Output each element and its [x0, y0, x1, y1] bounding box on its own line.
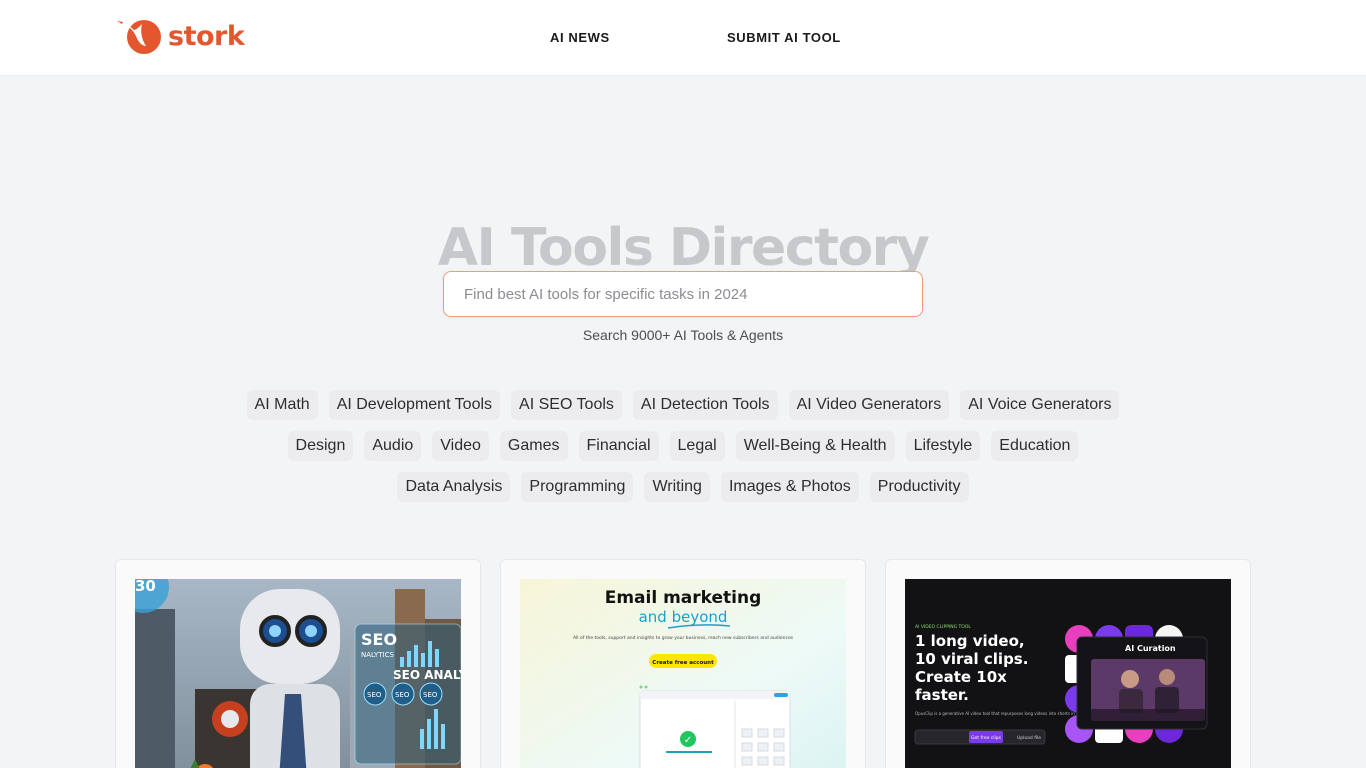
email-marketing-illustration: Email marketing and beyond All of the to… [520, 579, 846, 768]
category-row-3: Data Analysis Programming Writing Images… [0, 472, 1366, 502]
site-header: stork AI NEWS SUBMIT AI TOOL [0, 0, 1366, 76]
search-box [443, 271, 923, 317]
category-chip-writing[interactable]: Writing [644, 472, 710, 502]
category-chip-education[interactable]: Education [991, 431, 1079, 461]
brand-logo[interactable]: stork [116, 16, 245, 56]
category-chip-audio[interactable]: Audio [364, 431, 422, 461]
svg-text:SEO: SEO [367, 691, 382, 699]
category-chip-images-photos[interactable]: Images & Photos [720, 472, 859, 502]
seo-robot-illustration: 30 SEO NALYTICS SEO ANALYTIC [135, 579, 461, 768]
category-chip-financial[interactable]: Financial [578, 431, 659, 461]
category-chip-programming[interactable]: Programming [521, 472, 634, 502]
svg-text:✓: ✓ [684, 735, 692, 746]
svg-text:SEO: SEO [361, 630, 397, 649]
svg-text:SEO ANALYTIC: SEO ANALYTIC [393, 668, 461, 682]
svg-text:Upload file: Upload file [1017, 735, 1041, 741]
category-chip-ai-voice-generators[interactable]: AI Voice Generators [960, 390, 1120, 420]
category-chip-productivity[interactable]: Productivity [869, 472, 969, 502]
svg-text:30: 30 [135, 579, 156, 595]
category-chip-games[interactable]: Games [499, 431, 568, 461]
svg-text:All of the tools, support and: All of the tools, support and insights t… [573, 635, 794, 641]
category-chip-ai-development-tools[interactable]: AI Development Tools [328, 390, 501, 420]
category-chip-ai-video-generators[interactable]: AI Video Generators [788, 390, 950, 420]
stork-icon [117, 20, 161, 54]
tool-card-3-thumbnail[interactable]: AI VIDEO CLIPPING TOOL 1 long video, 10 … [905, 579, 1231, 768]
svg-text:and beyond: and beyond [639, 608, 728, 626]
svg-text:Create free account: Create free account [652, 660, 714, 666]
search-subtitle: Search 9000+ AI Tools & Agents [582, 327, 784, 343]
tool-card-1-thumbnail[interactable]: 30 SEO NALYTICS SEO ANALYTIC [135, 579, 461, 768]
svg-text:faster.: faster. [915, 686, 969, 704]
svg-text:10 viral clips.: 10 viral clips. [915, 650, 1028, 668]
category-chip-ai-detection-tools[interactable]: AI Detection Tools [632, 390, 778, 420]
category-chip-video[interactable]: Video [432, 431, 489, 461]
svg-text:Create 10x: Create 10x [915, 668, 1007, 686]
nav-submit-ai-tool[interactable]: SUBMIT AI TOOL [727, 30, 841, 45]
page-title: AI Tools Directory [437, 218, 930, 278]
video-clipping-illustration: AI VIDEO CLIPPING TOOL 1 long video, 10 … [905, 579, 1231, 768]
category-row-2: Design Audio Video Games Financial Legal… [0, 431, 1366, 461]
category-chip-lifestyle[interactable]: Lifestyle [905, 431, 981, 461]
category-chip-legal[interactable]: Legal [669, 431, 725, 461]
category-chip-well-being-health[interactable]: Well-Being & Health [735, 431, 895, 461]
svg-text:SEO: SEO [395, 691, 410, 699]
category-chip-design[interactable]: Design [287, 431, 354, 461]
tool-card-1[interactable]: 30 SEO NALYTICS SEO ANALYTIC [115, 559, 481, 768]
brand-name: stork [168, 20, 245, 52]
svg-text:1 long video,: 1 long video, [915, 632, 1025, 650]
tool-card-3[interactable]: AI VIDEO CLIPPING TOOL 1 long video, 10 … [885, 559, 1251, 768]
category-chip-data-analysis[interactable]: Data Analysis [397, 472, 511, 502]
svg-text:AI Curation: AI Curation [1125, 644, 1176, 653]
nav-ai-news[interactable]: AI NEWS [550, 30, 610, 45]
category-chip-ai-seo-tools[interactable]: AI SEO Tools [511, 390, 622, 420]
search-input[interactable] [444, 272, 922, 316]
category-row-1: AI Math AI Development Tools AI SEO Tool… [0, 390, 1366, 420]
svg-text:NALYTICS: NALYTICS [361, 651, 394, 659]
tool-card-2[interactable]: Email marketing and beyond All of the to… [500, 559, 866, 768]
svg-text:Email marketing: Email marketing [605, 588, 762, 608]
svg-text:Get free clips: Get free clips [971, 735, 1002, 741]
category-chip-ai-math[interactable]: AI Math [246, 390, 318, 420]
svg-text:AI VIDEO CLIPPING TOOL: AI VIDEO CLIPPING TOOL [915, 624, 971, 630]
svg-text:SEO: SEO [423, 691, 438, 699]
tool-card-2-thumbnail[interactable]: Email marketing and beyond All of the to… [520, 579, 846, 768]
